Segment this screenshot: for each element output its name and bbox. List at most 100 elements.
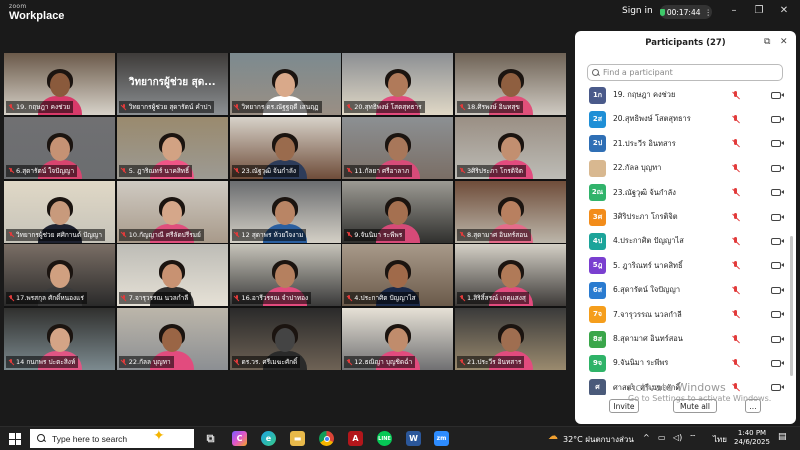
camera-icon[interactable]	[771, 311, 784, 319]
chrome-browser-icon[interactable]	[319, 431, 334, 446]
camera-icon[interactable]	[771, 262, 784, 270]
video-tile[interactable]: 23.ณัฐวุฒิ จ้นกำลัง	[229, 116, 341, 179]
participant-row[interactable]: 2ป 21.ประวีร อินทสาร	[575, 132, 789, 156]
camera-icon[interactable]	[771, 237, 784, 245]
participant-row[interactable]: 1ก 19. กฤษฎา คงช่วย	[575, 83, 789, 107]
mic-muted-icon[interactable]	[731, 163, 740, 173]
copilot-icon[interactable]: C	[232, 431, 247, 446]
mic-muted-icon[interactable]	[731, 139, 740, 148]
video-tile[interactable]: 1.สิริสิ์สรณ์ เกตุแสงสุ	[455, 244, 566, 307]
language-indicator[interactable]: ไทย	[713, 433, 727, 446]
scrollbar[interactable]	[790, 236, 793, 376]
video-tile[interactable]: วิทยากร ดร.ณัฐฐฤดี เสนฤฏ	[229, 53, 341, 115]
participant-row[interactable]: 3ศ 3ศิริประภา โกรติจิต	[575, 205, 789, 229]
participant-row[interactable]: 2ณ 23.ณัฐวุฒิ จ้นกำลัง	[575, 181, 789, 205]
mic-muted-icon[interactable]	[731, 261, 740, 270]
weather-text[interactable]: 32°C ฝนตกบางส่วน	[563, 433, 634, 446]
meeting-timer[interactable]: 00:17:44 ⋮	[660, 5, 712, 19]
participant-avatar: 6ส	[589, 281, 606, 299]
mic-muted-icon	[234, 167, 240, 174]
mic-muted-icon[interactable]	[731, 310, 740, 319]
mic-muted-icon[interactable]	[731, 285, 740, 295]
file-explorer-icon[interactable]: ▬	[290, 431, 305, 446]
camera-icon[interactable]	[771, 91, 784, 99]
participant-name: 8.สุดามาศ อินทร์สอน	[613, 334, 683, 343]
camera-icon[interactable]	[771, 189, 784, 197]
camera-icon[interactable]	[771, 384, 784, 392]
camera-icon[interactable]	[771, 335, 784, 343]
clock[interactable]: 1:40 PM 24/6/2025	[732, 429, 772, 447]
camera-icon[interactable]	[771, 286, 784, 294]
video-tile[interactable]: 11.กัลยา ศรีอาลาภ	[342, 116, 454, 179]
camera-icon[interactable]	[771, 164, 784, 172]
copilot-sparkle-icon[interactable]: ✦	[153, 428, 165, 444]
camera-icon[interactable]	[771, 359, 784, 367]
mic-muted-icon[interactable]	[731, 334, 740, 344]
search-input[interactable]	[603, 68, 773, 77]
video-tile[interactable]: 6.สุดารัตน์ ใจปัญญา	[4, 116, 115, 179]
video-tile[interactable]: วิทยากรผู้ช่วย สุด... วิทยากรผู้ช่วย สุดา…	[116, 53, 228, 115]
mic-muted-icon[interactable]	[731, 358, 740, 368]
participant-list: 1ก 19. กฤษฎา คงช่วย 2ส 20.สุทธิพงษ์ โสตสุทธ…	[575, 83, 789, 395]
zoom-taskbar-icon[interactable]: zm	[434, 431, 449, 446]
mic-muted-icon	[346, 295, 352, 301]
taskbar-search[interactable]: Type here to search	[30, 429, 194, 448]
camera-icon[interactable]	[771, 213, 784, 221]
participant-row[interactable]: 22.กัลล บุญทา	[575, 156, 789, 180]
video-tile[interactable]: 7.จารุวรรณ นวลกำลี	[116, 244, 228, 307]
video-tile[interactable]: 14 กนกพร ปะตะสิงห์	[4, 308, 115, 370]
word-icon[interactable]: W	[406, 431, 421, 446]
tile-name-label: 12.ธณิญา บุญชิดฉ่ำ	[344, 356, 416, 368]
video-tile[interactable]: ดร.วร. ศรีเมฆะศักดิ์	[229, 308, 341, 370]
video-tile[interactable]: 5. ฎาริณทร์ นาคสิทธิ์	[116, 116, 228, 179]
participant-row[interactable]: 9จ 9.จันนิมา ระพีพร	[575, 351, 789, 375]
video-tile[interactable]: 12.ธณิญา บุญชิดฉ่ำ	[342, 308, 454, 370]
tile-name-label: 12 สุดาพร ห้วยใจงาม	[231, 228, 307, 241]
mic-muted-icon[interactable]	[731, 236, 740, 246]
mic-muted-icon[interactable]	[731, 188, 740, 197]
participant-search[interactable]	[587, 64, 783, 81]
minimize-icon[interactable]: –	[726, 5, 742, 16]
video-tile[interactable]: 12 สุดาพร ห้วยใจงาม	[229, 180, 341, 243]
video-tile[interactable]: 21.ประวีร อินทสาร	[455, 308, 566, 370]
video-tile[interactable]: 9.จันนิมา ระพีพร	[342, 180, 454, 243]
video-tile[interactable]: 20.สุทธิพงษ์ โสตสุทธาร	[342, 53, 454, 115]
mic-muted-icon[interactable]	[731, 114, 740, 124]
camera-icon[interactable]	[771, 140, 784, 148]
video-tile[interactable]: 8.สุดามาศ อินทร์สอน	[455, 180, 566, 243]
task-view-icon[interactable]: ⧉	[203, 431, 218, 446]
close-panel-icon[interactable]: ✕	[780, 37, 788, 47]
video-tile[interactable]: 10.กัญญาณี ศรีลัดปรีรมย์	[116, 180, 228, 243]
participant-row[interactable]: 8ส 8.สุดามาศ อินทร์สอน	[575, 327, 789, 351]
participant-row[interactable]: 4ป 4.ประกาศิต ปัญญาไส	[575, 229, 789, 253]
chevron-up-icon[interactable]: ^	[643, 433, 650, 442]
video-tile[interactable]: 3ศิริประภา โกรติจิต	[455, 116, 566, 179]
participant-row[interactable]: 5ฎ 5. ฎาริณทร์ นาคสิทธิ์	[575, 254, 789, 278]
video-tile[interactable]: วิทยากรผู้ช่วย ศศิกานต์ ปัญญา	[4, 180, 115, 243]
video-tile[interactable]: 4.ประกาศิต ปัญญาไส	[342, 244, 454, 307]
notification-icon[interactable]: ▤	[778, 432, 787, 442]
video-tile[interactable]: 16.อารีวรรณ จำปาทอง	[229, 244, 341, 307]
mic-muted-icon[interactable]	[731, 212, 740, 222]
speaker-icon[interactable]: ◁)	[673, 433, 682, 442]
video-tile[interactable]: 19. กฤษฎา คงช่วย	[4, 53, 115, 115]
close-icon[interactable]: ✕	[776, 5, 792, 16]
participant-row[interactable]: 2ส 20.สุทธิพงษ์ โสตสุทธาร	[575, 107, 789, 131]
pop-out-icon[interactable]: ⧉	[764, 37, 770, 47]
mic-muted-icon	[8, 295, 14, 301]
video-tile[interactable]: 17.พรสกุล ศักดิ์หนองแร่	[4, 244, 115, 307]
participant-row[interactable]: 7จ 7.จารุวรรณ นวลกำลี	[575, 303, 789, 327]
pdf-reader-icon[interactable]: A	[348, 431, 363, 446]
camera-icon[interactable]	[771, 115, 784, 123]
wifi-icon[interactable]: ⌔	[689, 433, 697, 443]
sign-in-button[interactable]: Sign in	[622, 6, 653, 16]
edge-browser-icon[interactable]: e	[261, 431, 276, 446]
maximize-icon[interactable]: ❐	[751, 5, 767, 16]
mic-muted-icon[interactable]	[731, 90, 740, 100]
line-app-icon[interactable]: LINE	[377, 431, 392, 446]
video-tile[interactable]: 22.กัลล บุญทา	[116, 308, 228, 370]
network-icon[interactable]: ▭	[658, 433, 666, 442]
video-tile[interactable]: 18.ศิรพงษ์ อินทสุข	[455, 53, 566, 115]
windows-start-icon[interactable]	[9, 433, 21, 445]
participant-row[interactable]: 6ส 6.สุดารัตน์ ใจปัญญา	[575, 278, 789, 302]
